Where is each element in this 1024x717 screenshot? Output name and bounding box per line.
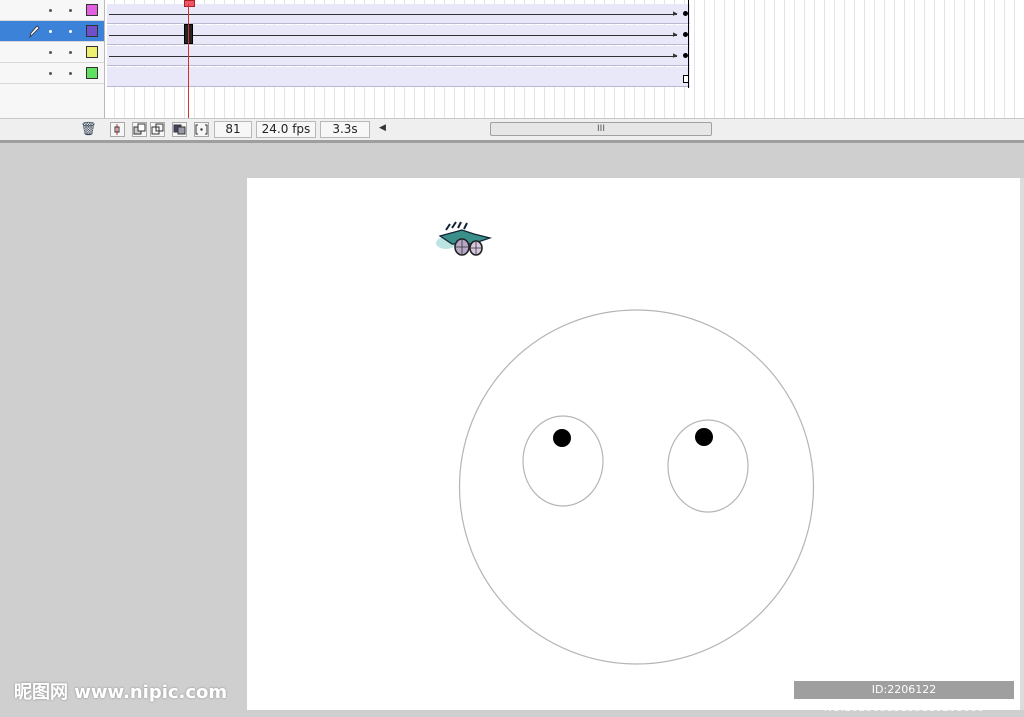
layer-row-2[interactable] [0,21,104,42]
left-pupil[interactable] [553,429,571,447]
outline-color-swatch[interactable] [86,67,98,79]
lock-toggle[interactable] [69,30,72,33]
face-drawing[interactable] [455,306,820,668]
layer-list [0,0,105,118]
outline-color-swatch[interactable] [86,4,98,16]
edit-multiple-frames-button[interactable] [172,122,187,137]
frame-rate-field[interactable]: 24.0 fps [256,121,316,138]
scrollbar-grip: III [597,124,605,134]
tween-arrowhead: ▸ [673,9,678,19]
frame-track[interactable]: ▸ [107,25,690,45]
visibility-toggle[interactable] [49,72,52,75]
lock-toggle[interactable] [69,9,72,12]
tween-arrow [109,35,677,36]
trash-icon[interactable]: 🗑 [80,122,97,137]
tween-arrowhead: ▸ [673,51,678,61]
elapsed-time-field: 3.3s [320,121,370,138]
watermark-id: ID:2206122 NO:20200813135118293000 [794,681,1014,714]
center-frame-button[interactable] [110,122,125,137]
onion-skin-button[interactable] [132,122,147,137]
stage-edge [1020,178,1024,710]
span-end-line [688,0,689,88]
tween-arrow [109,56,677,57]
layer-row-3[interactable] [0,42,104,63]
tween-arrowhead: ▸ [673,30,678,40]
tween-arrow [109,14,677,15]
onion-skin-outlines-button[interactable] [150,122,165,137]
lock-toggle[interactable] [69,51,72,54]
frame-track[interactable]: ▸ [107,46,690,66]
visibility-toggle[interactable] [49,30,52,33]
frame-track[interactable]: ▸ [107,4,690,24]
outline-color-swatch[interactable] [86,25,98,37]
current-frame-field: 81 [214,121,252,138]
frame-grid[interactable]: ▸ ▸ ▸ [105,0,1024,118]
center-frame-icon [114,124,120,135]
panel-divider[interactable] [0,140,1024,143]
pencil-icon [29,25,40,39]
modify-markers-icon [195,124,208,135]
modify-markers-button[interactable] [194,122,209,137]
timeline-panel: ▸ ▸ ▸ 🗑 81 24.0 fps 3.3s ◀ III [0,0,1024,141]
visibility-toggle[interactable] [49,51,52,54]
watermark-logo: 昵图网 www.nipic.com [14,682,228,703]
playhead-handle[interactable] [184,0,195,7]
onion-outlines-icon [151,123,164,135]
layer-row-1[interactable] [0,0,104,21]
horizontal-scrollbar[interactable]: III [490,122,712,136]
frame-track[interactable] [107,67,690,87]
lock-toggle[interactable] [69,72,72,75]
face-outline[interactable] [458,309,815,665]
playhead-line [188,4,189,118]
onion-skin-icon [133,123,146,135]
scroll-left-arrow-icon[interactable]: ◀ [379,123,386,133]
bee-sprite[interactable] [432,216,496,264]
layer-row-4[interactable] [0,63,104,84]
visibility-toggle[interactable] [49,9,52,12]
right-pupil[interactable] [695,428,713,446]
edit-multiple-frames-icon [173,124,186,135]
timeline-status-bar: 🗑 81 24.0 fps 3.3s ◀ III [0,118,1024,141]
outline-color-swatch[interactable] [86,46,98,58]
